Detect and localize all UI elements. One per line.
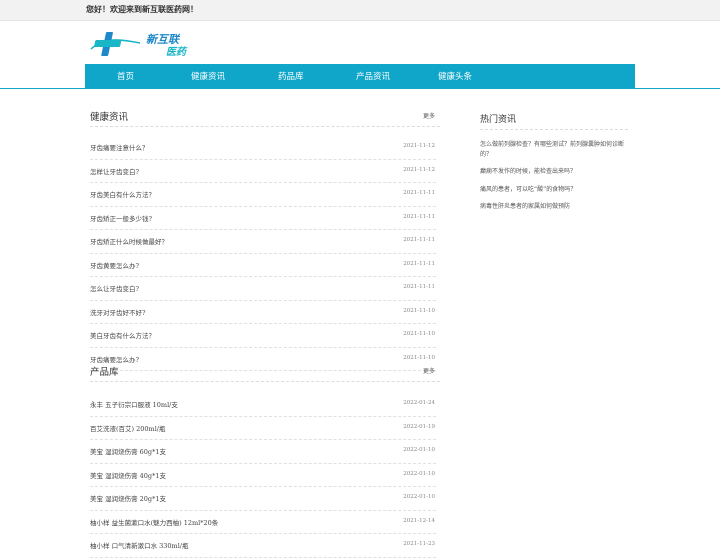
medical-cross-logo-icon: 新互联 医药: [90, 32, 188, 58]
news-title[interactable]: 牙齿痛要注意什么？: [90, 142, 149, 152]
health-news-list: 牙齿痛要注意什么？ 2021-11-12 怎样让牙齿变白? 2021-11-12 牙…: [90, 136, 436, 371]
product-date: 2022-01-10: [403, 470, 435, 477]
news-title[interactable]: 怎么让牙齿变白?: [90, 283, 139, 293]
list-item[interactable]: 永丰 五子衍宗口服液 10ml/支 2022-01-24: [90, 393, 436, 417]
products-title: 产品库: [90, 367, 119, 378]
news-date: 2021-11-10: [403, 307, 435, 314]
product-date: 2022-01-19: [403, 423, 435, 430]
welcome-text: 您好！欢迎来到新互联医药网！: [86, 5, 198, 14]
news-title[interactable]: 牙齿矫正一般多少钱?: [90, 213, 152, 223]
list-item[interactable]: 牙齿矫正一般多少钱? 2021-11-11: [90, 207, 436, 230]
news-title[interactable]: 怎样让牙齿变白?: [90, 166, 139, 176]
news-date: 2021-11-11: [403, 213, 435, 220]
product-date: 2022-01-24: [403, 400, 435, 406]
nav-divider: [0, 88, 720, 89]
list-item[interactable]: 美白牙齿有什么方法？ 2021-11-10: [90, 324, 436, 348]
news-date: 2021-11-11: [403, 190, 435, 196]
product-date: 2022-01-10: [403, 494, 435, 500]
products-more-link[interactable]: 更多: [423, 366, 435, 375]
news-date: 2021-11-12: [403, 143, 435, 149]
products-list: 永丰 五子衍宗口服液 10ml/支 2022-01-24 百艾洗液(百艾) 200…: [90, 393, 436, 558]
list-item[interactable]: 怎样让牙齿变白? 2021-11-12: [90, 160, 436, 183]
news-date: 2021-11-11: [403, 260, 435, 267]
news-date: 2021-11-10: [403, 354, 435, 361]
product-title[interactable]: 柚小样 口气清新漱口水 330ml/瓶: [90, 540, 188, 550]
hot-news-item[interactable]: 怎么做前列腺检查？有哪些测试？前列腺囊肿如何诊断的？: [480, 140, 625, 159]
product-title[interactable]: 美宝 湿润烧伤膏 60g*1支: [90, 446, 166, 456]
news-date: 2021-11-11: [403, 284, 435, 290]
news-title[interactable]: 牙齿美白有什么方法？: [90, 189, 155, 199]
list-item[interactable]: 美宝 湿润烧伤膏 60g*1支 2022-01-10: [90, 440, 436, 464]
list-item[interactable]: 百艾洗液(百艾) 200ml/瓶 2022-01-19: [90, 417, 436, 440]
product-title[interactable]: 柚小样 益生菌漱口水(魅力西柚) 12ml*20条: [90, 517, 218, 527]
list-item[interactable]: 怎么让牙齿变白? 2021-11-11: [90, 277, 436, 301]
product-title[interactable]: 美宝 湿润烧伤膏 40g*1支: [90, 470, 166, 480]
list-item[interactable]: 美宝 湿润烧伤膏 40g*1支 2022-01-10: [90, 464, 436, 487]
nav-item-product-news[interactable]: 产品资讯: [356, 70, 390, 82]
list-item[interactable]: 牙齿矫正什么时候做最好？ 2021-11-11: [90, 230, 436, 254]
news-date: 2021-11-10: [403, 331, 435, 337]
news-date: 2021-11-11: [403, 237, 435, 243]
list-item[interactable]: 牙齿黄要怎么办? 2021-11-11: [90, 254, 436, 277]
main-nav: 首页 健康资讯 药品库 产品资讯 健康头条: [85, 64, 635, 88]
hot-news-title: 热门资讯: [480, 115, 517, 125]
news-date: 2021-11-12: [403, 166, 435, 173]
product-title[interactable]: 永丰 五子衍宗口服液 10ml/支: [90, 399, 178, 409]
product-date: 2021-11-23: [403, 541, 435, 547]
product-title[interactable]: 美宝 湿润烧伤膏 20g*1支: [90, 493, 166, 503]
nav-item-health-news[interactable]: 健康资讯: [191, 70, 225, 82]
list-item[interactable]: 牙齿痛要注意什么？ 2021-11-12: [90, 136, 436, 160]
list-item[interactable]: 洗牙对牙齿好不好? 2021-11-10: [90, 301, 436, 324]
list-item[interactable]: 美宝 湿润烧伤膏 20g*1支 2022-01-10: [90, 487, 436, 511]
list-item[interactable]: 牙齿美白有什么方法？ 2021-11-11: [90, 183, 436, 207]
nav-item-drug-library[interactable]: 药品库: [278, 70, 304, 82]
list-item[interactable]: 柚小样 口气清新漱口水 330ml/瓶 2021-11-23: [90, 534, 436, 558]
logo-text-bottom: 医药: [166, 46, 188, 58]
health-news-header: 健康资讯 更多: [90, 108, 440, 127]
health-news-more-link[interactable]: 更多: [423, 111, 435, 120]
hot-news-item[interactable]: 痛风的患者，可以吃“酸”的食物吗？: [480, 185, 625, 195]
news-title[interactable]: 牙齿痛要怎么办?: [90, 354, 139, 364]
hot-news-list: 怎么做前列腺检查？有哪些测试？前列腺囊肿如何诊断的？ 癫痫不发作的时候，能检查出…: [480, 140, 625, 220]
hot-news-item[interactable]: 癫痫不发作的时候，能检查出来吗？: [480, 167, 625, 177]
site-logo[interactable]: 新互联 医药: [90, 28, 195, 60]
health-news-title: 健康资讯: [90, 112, 129, 123]
logo-text-top: 新互联: [146, 33, 181, 46]
products-header: 产品库 更多: [90, 363, 440, 382]
news-title[interactable]: 洗牙对牙齿好不好?: [90, 307, 146, 317]
top-bar: 您好！欢迎来到新互联医药网！: [0, 0, 720, 21]
product-date: 2022-01-10: [403, 447, 435, 453]
hot-news-header: 热门资讯: [480, 110, 628, 130]
nav-item-home[interactable]: 首页: [117, 70, 134, 82]
nav-item-health-headlines[interactable]: 健康头条: [438, 70, 472, 82]
list-item[interactable]: 柚小样 益生菌漱口水(魅力西柚) 12ml*20条 2021-12-14: [90, 511, 436, 534]
news-title[interactable]: 牙齿黄要怎么办?: [90, 260, 139, 270]
hot-news-item[interactable]: 病毒性肝炎患者的家属如何做预防: [480, 202, 625, 212]
product-title[interactable]: 百艾洗液(百艾) 200ml/瓶: [90, 423, 165, 433]
news-title[interactable]: 牙齿矫正什么时候做最好？: [90, 236, 168, 246]
product-date: 2021-12-14: [403, 517, 435, 524]
news-title[interactable]: 美白牙齿有什么方法？: [90, 330, 155, 340]
